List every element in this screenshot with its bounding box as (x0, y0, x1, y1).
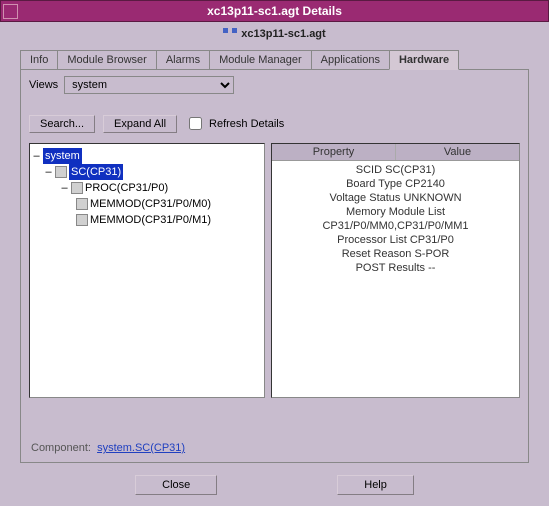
search-button[interactable]: Search... (29, 115, 95, 133)
component-link[interactable]: system.SC(CP31) (97, 442, 185, 454)
views-select[interactable]: system (64, 76, 234, 94)
window-menu-icon[interactable] (3, 4, 18, 19)
tree-node-mem1-label: MEMMOD(CP31/P0/M1) (90, 212, 211, 228)
col-value[interactable]: Value (395, 144, 519, 160)
bottom-buttons: Close Help (0, 467, 549, 506)
tree-root-label: system (43, 148, 82, 164)
tree-node-mem0-label: MEMMOD(CP31/P0/M0) (90, 196, 211, 212)
close-button[interactable]: Close (135, 475, 217, 495)
split-panes: – system – SC(CP31) – PROC(CP31/P0) (29, 143, 520, 398)
tree-pane[interactable]: – system – SC(CP31) – PROC(CP31/P0) (29, 143, 265, 398)
hardware-panel: Views system Search... Expand All Refres… (20, 69, 529, 463)
mem-icon (76, 214, 88, 226)
toolbar: Search... Expand All Refresh Details (29, 114, 520, 133)
board-icon (55, 166, 67, 178)
tab-alarms[interactable]: Alarms (156, 50, 210, 69)
component-label: Component: (31, 442, 91, 454)
views-row: Views system (29, 76, 520, 94)
tree-node-proc[interactable]: – PROC(CP31/P0) (32, 180, 262, 196)
tree-node-sc[interactable]: – SC(CP31) (32, 164, 262, 180)
tree-node-mem0[interactable]: MEMMOD(CP31/P0/M0) (32, 196, 262, 212)
tree-node-sc-label: SC(CP31) (69, 164, 123, 180)
host-icon (223, 28, 237, 40)
properties-header: Property Value (272, 144, 519, 161)
titlebar[interactable]: xc13p11-sc1.agt Details (0, 0, 549, 22)
hardware-tree: – system – SC(CP31) – PROC(CP31/P0) (30, 144, 264, 232)
tree-node-mem1[interactable]: MEMMOD(CP31/P0/M1) (32, 212, 262, 228)
tabs-row: Info Module Browser Alarms Module Manage… (0, 46, 549, 69)
views-label: Views (29, 79, 58, 91)
refresh-details-checkbox[interactable]: Refresh Details (185, 114, 284, 133)
tab-info[interactable]: Info (20, 50, 58, 69)
tab-module-browser[interactable]: Module Browser (57, 50, 156, 69)
subtitle-text: xc13p11-sc1.agt (241, 28, 325, 40)
prop-row[interactable]: POST Results -- (272, 261, 519, 275)
help-button[interactable]: Help (337, 475, 414, 495)
tab-hardware[interactable]: Hardware (389, 50, 459, 70)
collapse-icon[interactable]: – (60, 184, 69, 193)
details-window: xc13p11-sc1.agt Details xc13p11-sc1.agt … (0, 0, 549, 506)
prop-row[interactable]: Voltage Status UNKNOWN (272, 191, 519, 205)
properties-body: SCID SC(CP31) Board Type CP2140 Voltage … (272, 161, 519, 277)
properties-pane: Property Value SCID SC(CP31) Board Type … (271, 143, 520, 398)
collapse-icon[interactable]: – (32, 152, 41, 161)
prop-row[interactable]: Memory Module List CP31/P0/MM0,CP31/P0/M… (272, 205, 519, 233)
tab-module-manager[interactable]: Module Manager (209, 50, 312, 69)
mem-icon (76, 198, 88, 210)
collapse-icon[interactable]: – (44, 168, 53, 177)
tree-root[interactable]: – system (32, 148, 262, 164)
prop-row[interactable]: Board Type CP2140 (272, 177, 519, 191)
col-property[interactable]: Property (272, 144, 395, 160)
subtitle-bar: xc13p11-sc1.agt (0, 22, 549, 46)
tree-node-proc-label: PROC(CP31/P0) (85, 180, 168, 196)
prop-row[interactable]: Processor List CP31/P0 (272, 233, 519, 247)
tab-applications[interactable]: Applications (311, 50, 390, 69)
window-title: xc13p11-sc1.agt Details (207, 4, 342, 18)
expand-all-button[interactable]: Expand All (103, 115, 177, 133)
component-row: Component: system.SC(CP31) (31, 442, 185, 454)
proc-icon (71, 182, 83, 194)
prop-row[interactable]: Reset Reason S-POR (272, 247, 519, 261)
prop-row[interactable]: SCID SC(CP31) (272, 163, 519, 177)
refresh-label: Refresh Details (209, 118, 284, 130)
refresh-checkbox-input[interactable] (189, 117, 202, 130)
